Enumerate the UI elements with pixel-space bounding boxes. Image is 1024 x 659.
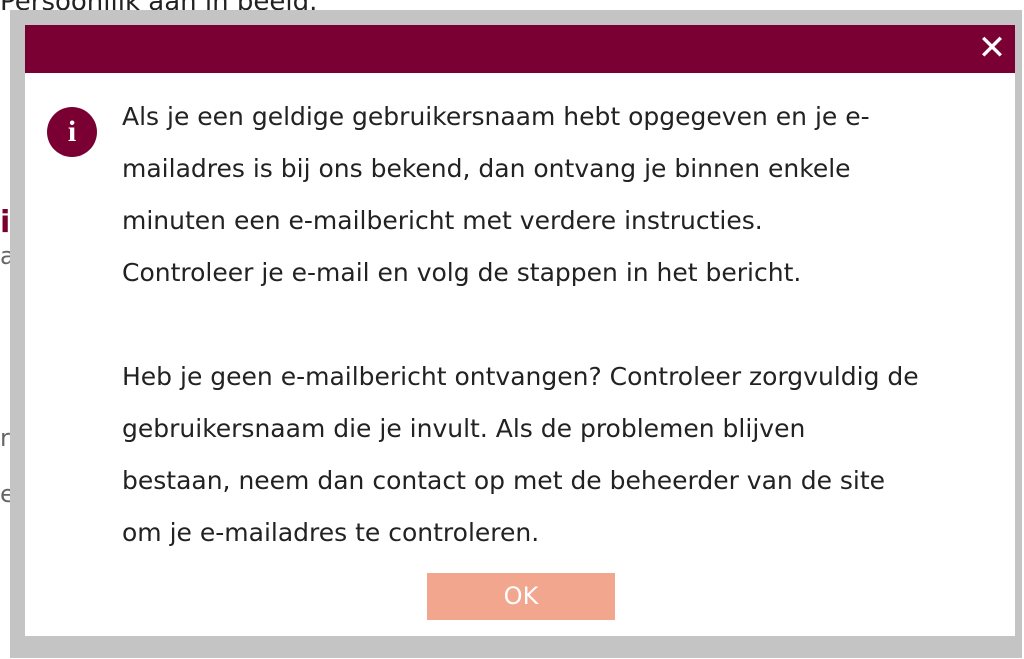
ok-button[interactable]: OK xyxy=(427,573,615,620)
info-icon: i xyxy=(47,107,97,157)
background-fragment: i xyxy=(0,205,11,240)
page: Persoonlijk aan in beeld. i a rs e ✕ i A… xyxy=(0,0,1024,659)
info-dialog: ✕ i Als je een geldige gebruikersnaam he… xyxy=(25,25,1015,636)
close-icon: ✕ xyxy=(977,28,1007,68)
message-paragraph-2: Heb je geen e-mailbericht ontvangen? Con… xyxy=(122,362,919,547)
dialog-header: ✕ xyxy=(25,25,1015,73)
message-paragraph-1: Als je een geldige gebruikersnaam hebt o… xyxy=(122,102,870,287)
close-button[interactable]: ✕ xyxy=(977,31,1007,65)
dialog-message: Als je een geldige gebruikersnaam hebt o… xyxy=(122,91,1002,559)
